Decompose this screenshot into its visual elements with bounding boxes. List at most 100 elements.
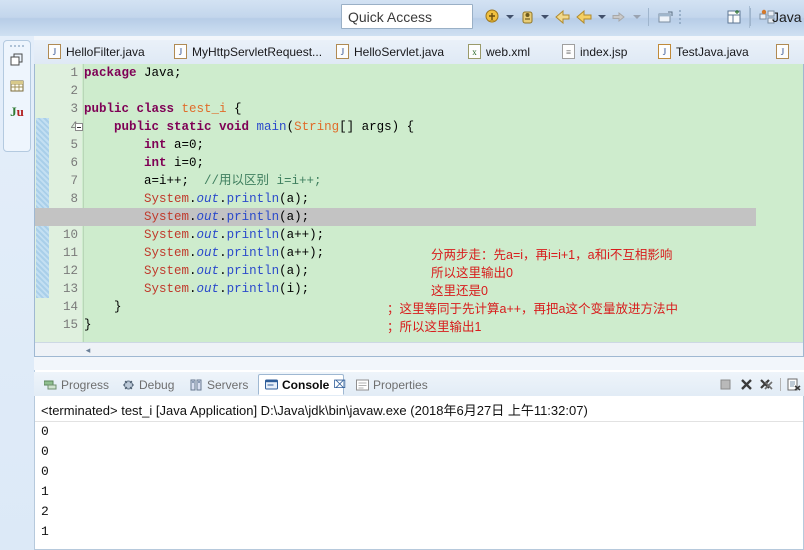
java-file-icon: J (336, 44, 349, 59)
editor-tab[interactable]: x web.xml (460, 40, 546, 63)
back-history-icon[interactable] (551, 6, 573, 29)
code-token: (a++); (279, 246, 325, 260)
editor-tab[interactable]: J (768, 40, 804, 63)
code-line[interactable]: int a=0; (84, 136, 204, 154)
code-line[interactable]: } (84, 298, 122, 316)
code-token: . (189, 192, 197, 206)
fold-marker-icon[interactable] (75, 123, 83, 131)
code-line[interactable]: System.out.println(i); (84, 280, 309, 298)
code-token: . (219, 210, 227, 224)
left-shortcut-box: Ju (3, 40, 31, 152)
restore-icon[interactable] (4, 47, 30, 73)
perspective-separator-2 (750, 8, 751, 26)
junit-icon[interactable]: Ju (4, 99, 30, 125)
code-token: Java; (144, 66, 182, 80)
editor-tab[interactable]: ≡ index.jsp (554, 40, 642, 63)
code-token: int (144, 156, 167, 170)
run-dropdown-icon[interactable] (503, 6, 516, 29)
line-number: 7 (70, 174, 78, 188)
open-perspective-icon[interactable] (723, 6, 745, 29)
debug-bug-icon (122, 379, 135, 391)
console-tab-progress[interactable]: Progress (38, 374, 114, 395)
code-token: . (219, 228, 227, 242)
code-token: println (226, 228, 280, 242)
editor-tab[interactable]: J HelloFilter.java (40, 40, 156, 63)
forward-icon[interactable] (608, 6, 630, 29)
line-number: 14 (62, 300, 78, 314)
code-token: println (226, 246, 280, 260)
scroll-left-arrow-icon[interactable]: ◂ (83, 345, 93, 355)
code-token: System (144, 210, 190, 224)
servers-icon (190, 379, 203, 391)
package-explorer-icon[interactable] (4, 73, 30, 99)
code-line[interactable]: System.out.println(a); (84, 190, 309, 208)
code-annotation: ；所以这里输出1 (387, 320, 482, 334)
line-number: 13 (62, 282, 78, 296)
remove-all-terminated-icon[interactable] (759, 376, 775, 392)
code-token: System (144, 264, 190, 278)
console-tab-console[interactable]: Console ⌧ (258, 374, 346, 395)
console-tab-properties[interactable]: Properties (350, 374, 434, 395)
line-number: 1 (70, 66, 78, 80)
run-debug-toolbar-group (481, 5, 683, 29)
progress-icon (44, 379, 57, 391)
editor-tab-label: TestJava.java (676, 44, 749, 59)
code-token: . (189, 282, 197, 296)
console-tab-debug[interactable]: Debug (116, 374, 182, 395)
code-line[interactable]: System.out.println(a++); (84, 244, 324, 262)
code-editor[interactable]: 123456789101112131415 package Java;publi… (34, 64, 804, 357)
line-number: 5 (70, 138, 78, 152)
terminate-icon[interactable] (717, 376, 733, 392)
code-token: int (144, 138, 167, 152)
code-line[interactable]: int i=0; (84, 154, 204, 172)
code-line[interactable]: public class test_i { (84, 100, 242, 118)
code-line[interactable]: System.out.println(a); (84, 262, 309, 280)
code-line[interactable]: package Java; (84, 64, 182, 82)
line-number: 8 (70, 192, 78, 206)
editor-tab[interactable]: J HelloServlet.java (328, 40, 450, 63)
quick-access-input[interactable]: Quick Access (341, 4, 473, 29)
code-token: a=0; (166, 138, 205, 152)
run-icon[interactable] (481, 6, 503, 29)
code-token: } (84, 300, 122, 314)
code-line[interactable]: public static void main(String[] args) { (84, 118, 414, 136)
console-output-line: 1 (41, 524, 49, 539)
close-icon[interactable]: ⌧ (333, 378, 346, 391)
toolbar-drag-handle[interactable] (676, 5, 683, 29)
back-dropdown-icon[interactable] (595, 6, 608, 29)
forward-dropdown-icon[interactable] (630, 6, 643, 29)
code-line[interactable]: } (84, 316, 92, 334)
properties-icon (356, 379, 369, 391)
code-line[interactable]: System.out.println(a); (84, 208, 309, 226)
console-tab-label: Console (282, 377, 330, 392)
code-token: main (256, 120, 287, 134)
editor-tab[interactable]: J TestJava.java (650, 40, 758, 63)
code-line[interactable]: System.out.println(a++); (84, 226, 324, 244)
code-token: . (219, 246, 227, 260)
console-tab-servers[interactable]: Servers (184, 374, 256, 395)
code-token: System (144, 282, 190, 296)
new-window-icon[interactable] (654, 6, 676, 29)
debug-icon[interactable] (516, 6, 538, 29)
editor-tab[interactable]: J MyHttpServletRequest... (166, 40, 322, 63)
code-token: out (196, 264, 220, 278)
debug-dropdown-icon[interactable] (538, 6, 551, 29)
code-line[interactable]: a=i++; //用以区别 i=i++; (84, 172, 322, 190)
clear-console-icon[interactable] (786, 376, 802, 392)
code-token: (a); (279, 192, 310, 206)
code-token: System (144, 246, 190, 260)
console-tab-label: Properties (373, 377, 428, 392)
code-token: (a++); (279, 228, 325, 242)
back-icon[interactable] (573, 6, 595, 29)
perspective-label[interactable]: Java (772, 9, 802, 25)
code-token: package (84, 66, 145, 80)
remove-launch-icon[interactable] (738, 376, 754, 392)
console-output[interactable]: <terminated> test_i [Java Application] D… (34, 396, 804, 550)
console-area: Progress Debug Servers Console ⌧ Properties <… (34, 372, 804, 550)
jsp-file-icon: ≡ (562, 44, 575, 59)
